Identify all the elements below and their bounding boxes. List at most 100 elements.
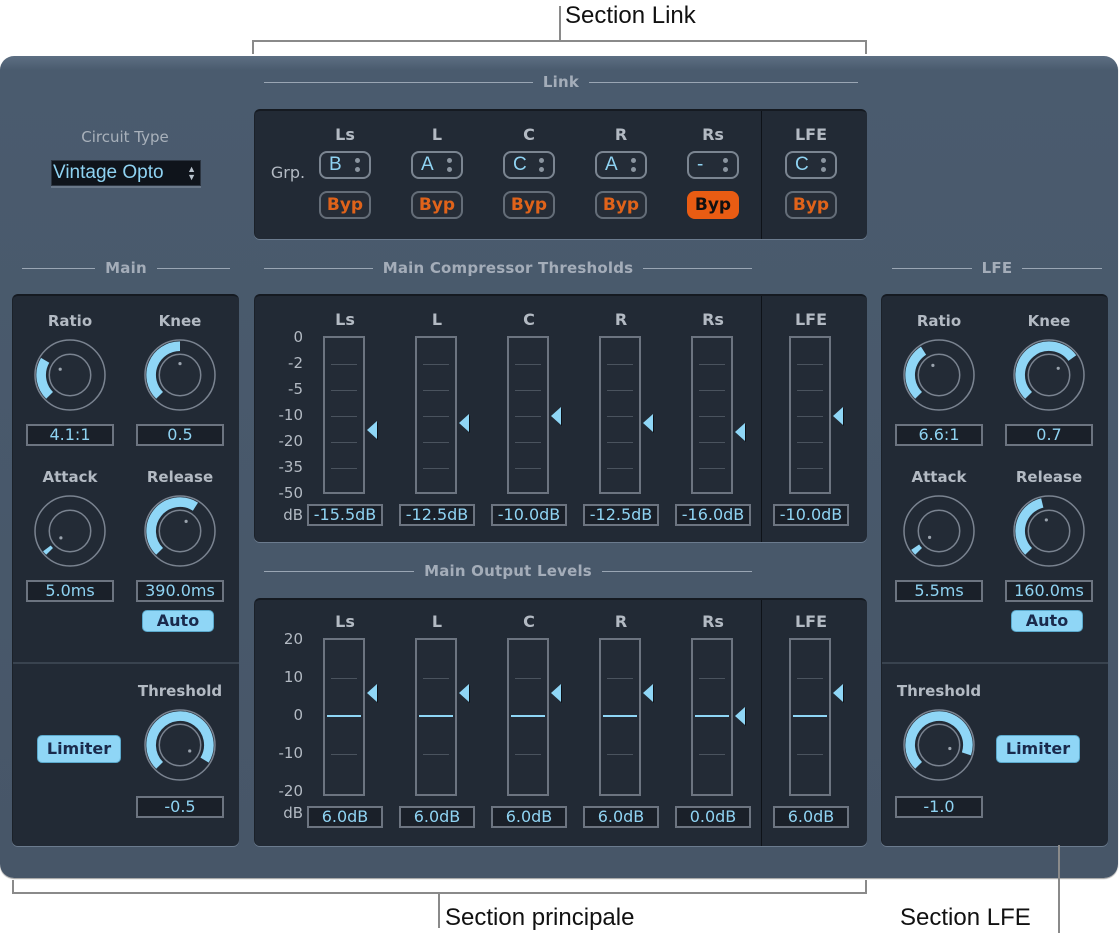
attack-knob[interactable] <box>902 494 976 573</box>
threshold-meter[interactable] <box>415 336 457 494</box>
knee-value[interactable]: 0.7 <box>1005 424 1093 446</box>
callout-section-principale: Section principale <box>445 904 635 931</box>
output-marker-icon[interactable] <box>735 707 745 725</box>
threshold-marker-icon[interactable] <box>459 413 469 432</box>
meter-gridline <box>515 678 541 679</box>
output-channel-label: C <box>523 612 535 631</box>
meter-gridline <box>699 678 725 679</box>
group-select[interactable]: B <box>319 151 371 179</box>
output-meter[interactable] <box>323 638 365 796</box>
main-section-header: Main <box>22 259 231 277</box>
release-value[interactable]: 160.0ms <box>1005 580 1093 602</box>
threshold-value[interactable]: -10.0dB <box>773 504 849 526</box>
knee-value[interactable]: 0.5 <box>136 424 224 446</box>
threshold-value[interactable]: -10.0dB <box>491 504 567 526</box>
threshold-value[interactable]: -15.5dB <box>307 504 383 526</box>
meter-gridline <box>699 416 725 417</box>
ratio-value[interactable]: 6.6:1 <box>895 424 983 446</box>
auto-release-button[interactable]: Auto <box>1011 610 1083 632</box>
threshold-marker-icon[interactable] <box>551 407 561 425</box>
output-value[interactable]: 6.0dB <box>583 806 659 828</box>
output-marker-icon[interactable] <box>459 684 469 703</box>
bypass-button[interactable]: Byp <box>595 191 647 219</box>
output-value[interactable]: 6.0dB <box>491 806 567 828</box>
output-scale-tick: -20 <box>278 782 304 800</box>
release-knob[interactable] <box>1012 494 1086 573</box>
bypass-button[interactable]: Byp <box>687 191 739 219</box>
threshold-scale-tick: -35 <box>278 458 304 476</box>
threshold-marker-icon[interactable] <box>643 413 653 432</box>
group-select[interactable]: C <box>503 151 555 179</box>
threshold-meter[interactable] <box>789 336 831 494</box>
thresholds-section-header: Main Compressor Thresholds <box>264 259 752 277</box>
auto-release-button[interactable]: Auto <box>142 610 214 632</box>
knee-knob[interactable] <box>143 338 217 417</box>
thresholds-title: Main Compressor Thresholds <box>382 259 634 277</box>
meter-gridline <box>607 442 633 443</box>
meter-gridline <box>607 678 633 679</box>
threshold-knob[interactable] <box>143 708 217 787</box>
threshold-value[interactable]: -0.5 <box>136 796 224 818</box>
attack-value[interactable]: 5.5ms <box>895 580 983 602</box>
threshold-marker-icon[interactable] <box>367 421 377 440</box>
output-meter[interactable] <box>599 638 641 796</box>
threshold-knob[interactable] <box>902 708 976 787</box>
output-meter[interactable] <box>415 638 457 796</box>
bypass-button[interactable]: Byp <box>503 191 555 219</box>
output-meter[interactable] <box>507 638 549 796</box>
limiter-button[interactable]: Limiter <box>37 735 121 763</box>
release-knob[interactable] <box>143 494 217 573</box>
threshold-meter[interactable] <box>323 336 365 494</box>
output-marker-icon[interactable] <box>551 684 561 703</box>
output-meter[interactable] <box>789 638 831 796</box>
group-select[interactable]: A <box>595 151 647 179</box>
ratio-knob[interactable] <box>902 338 976 417</box>
threshold-marker-icon[interactable] <box>735 422 745 441</box>
threshold-channel-label: C <box>523 310 535 329</box>
link-callout-line <box>559 6 561 40</box>
circuit-type-select[interactable]: Vintage Opto ▲ ▼ <box>51 160 201 186</box>
ratio-value[interactable]: 4.1:1 <box>26 424 114 446</box>
output-level-bar <box>695 715 729 717</box>
output-meter[interactable] <box>691 638 733 796</box>
bypass-button[interactable]: Byp <box>785 191 837 219</box>
output-marker-icon[interactable] <box>833 684 843 703</box>
threshold-channel-label: LFE <box>794 310 828 329</box>
threshold-meter[interactable] <box>691 336 733 494</box>
group-value: C <box>513 154 527 175</box>
threshold-value[interactable]: -1.0 <box>895 796 983 818</box>
meter-gridline <box>797 678 823 679</box>
output-value[interactable]: 6.0dB <box>307 806 383 828</box>
knee-knob[interactable] <box>1012 338 1086 417</box>
limiter-button[interactable]: Limiter <box>996 735 1080 763</box>
output-value[interactable]: 0.0dB <box>675 806 751 828</box>
group-select[interactable]: A <box>411 151 463 179</box>
output-unit-label: dB <box>283 804 303 822</box>
meter-gridline <box>699 364 725 365</box>
threshold-meter[interactable] <box>599 336 641 494</box>
outputs-panel: 20 10 0 -10 -20 dB Ls 6.0dB L 6.0dB C 6.0dB R 6.0dB Rs… <box>254 598 867 846</box>
attack-knob[interactable] <box>33 494 107 573</box>
bypass-button[interactable]: Byp <box>411 191 463 219</box>
output-value[interactable]: 6.0dB <box>773 806 849 828</box>
output-level-bar <box>603 715 637 717</box>
output-scale-tick: -10 <box>278 744 304 762</box>
group-select[interactable]: C <box>785 151 837 179</box>
threshold-marker-icon[interactable] <box>833 407 843 425</box>
threshold-value[interactable]: -16.0dB <box>675 504 751 526</box>
group-select[interactable]: - <box>687 151 739 179</box>
bypass-button[interactable]: Byp <box>319 191 371 219</box>
release-value[interactable]: 390.0ms <box>136 580 224 602</box>
threshold-scale-tick: -20 <box>278 432 304 450</box>
threshold-value[interactable]: -12.5dB <box>399 504 475 526</box>
threshold-meter[interactable] <box>507 336 549 494</box>
threshold-value[interactable]: -12.5dB <box>583 504 659 526</box>
link-section-header: Link <box>264 73 858 91</box>
output-marker-icon[interactable] <box>367 684 377 703</box>
output-channel-label: R <box>614 612 628 631</box>
output-level-bar <box>327 715 361 717</box>
output-value[interactable]: 6.0dB <box>399 806 475 828</box>
output-marker-icon[interactable] <box>643 684 653 703</box>
attack-value[interactable]: 5.0ms <box>26 580 114 602</box>
ratio-knob[interactable] <box>33 338 107 417</box>
